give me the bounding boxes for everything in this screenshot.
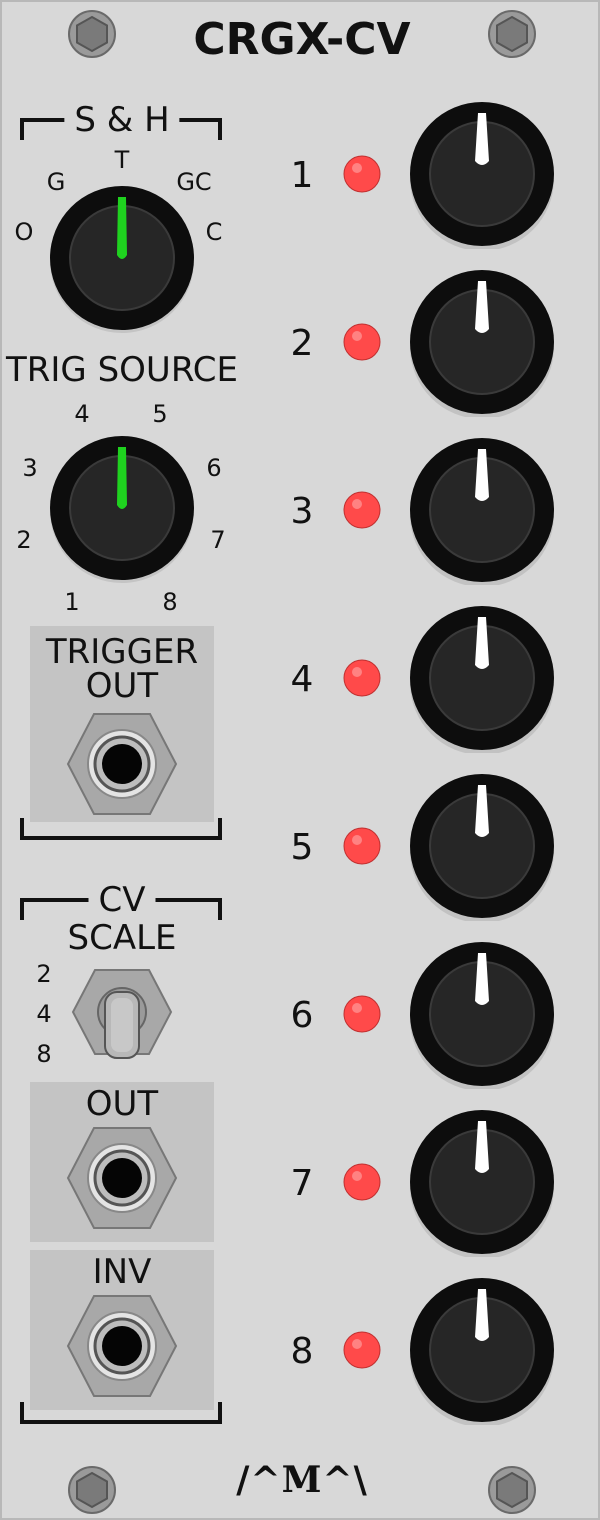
screw-icon bbox=[68, 10, 116, 58]
trig-source-label: TRIG SOURCE bbox=[6, 350, 238, 390]
channel-number: 8 bbox=[290, 1331, 314, 1372]
channel-cv-knob[interactable] bbox=[407, 99, 557, 249]
channel-cv-knob[interactable] bbox=[407, 939, 557, 1089]
channel-led-icon bbox=[343, 827, 381, 865]
channel-number: 3 bbox=[290, 491, 314, 532]
sh-pos-o: O bbox=[14, 218, 34, 246]
trigger-out-label-2: OUT bbox=[85, 666, 159, 706]
trigger-out-jack[interactable] bbox=[62, 704, 182, 824]
channel-cv-knob[interactable] bbox=[407, 1107, 557, 1257]
trig-pos-6: 6 bbox=[206, 454, 222, 482]
channel-number: 7 bbox=[290, 1163, 314, 1204]
channel-number: 4 bbox=[290, 659, 314, 700]
sh-pos-t: T bbox=[114, 146, 130, 174]
channel-led-icon bbox=[343, 491, 381, 529]
sh-header: S & H bbox=[64, 103, 180, 137]
channel-led-icon bbox=[343, 995, 381, 1033]
trigger-out-label-1: TRIGGER bbox=[45, 632, 199, 672]
out-jack[interactable] bbox=[62, 1118, 182, 1238]
channel-cv-knob[interactable] bbox=[407, 1275, 557, 1425]
inv-label: INV bbox=[92, 1252, 152, 1292]
trig-pos-4: 4 bbox=[74, 400, 90, 428]
trig-pos-8: 8 bbox=[162, 588, 178, 616]
trig-pos-2: 2 bbox=[16, 526, 32, 554]
module-title: CRGX-CV bbox=[193, 14, 411, 65]
channel-led-icon bbox=[343, 1331, 381, 1369]
cv-scale-option-4: 4 bbox=[36, 1000, 52, 1028]
cv-scale-option-8: 8 bbox=[36, 1040, 52, 1068]
channel-cv-knob[interactable] bbox=[407, 771, 557, 921]
screw-icon bbox=[68, 1466, 116, 1514]
section-bracket-bottom bbox=[20, 818, 222, 840]
cv-header: CV bbox=[88, 883, 156, 917]
cv-scale-option-2: 2 bbox=[36, 960, 52, 988]
section-bracket-bottom bbox=[20, 1402, 222, 1424]
trig-pos-7: 7 bbox=[210, 526, 226, 554]
trig-source-knob[interactable] bbox=[47, 433, 197, 583]
brand-logo: /^M^\ bbox=[236, 1459, 368, 1501]
trig-pos-3: 3 bbox=[22, 454, 38, 482]
channel-number: 6 bbox=[290, 995, 314, 1036]
channel-cv-knob[interactable] bbox=[407, 267, 557, 417]
out-label: OUT bbox=[85, 1084, 159, 1124]
trig-pos-1: 1 bbox=[64, 588, 80, 616]
channel-number: 5 bbox=[290, 827, 314, 868]
screw-icon bbox=[488, 1466, 536, 1514]
cv-scale-label: SCALE bbox=[67, 918, 177, 958]
trig-pos-5: 5 bbox=[152, 400, 168, 428]
channel-led-icon bbox=[343, 155, 381, 193]
sh-mode-knob[interactable] bbox=[47, 183, 197, 333]
cv-scale-toggle-switch[interactable] bbox=[67, 964, 177, 1064]
screw-icon bbox=[488, 10, 536, 58]
inv-jack[interactable] bbox=[62, 1286, 182, 1406]
channel-led-icon bbox=[343, 659, 381, 697]
sh-pos-c: C bbox=[205, 218, 223, 246]
channel-cv-knob[interactable] bbox=[407, 435, 557, 585]
channel-cv-knob[interactable] bbox=[407, 603, 557, 753]
channel-number: 1 bbox=[290, 155, 314, 196]
channel-led-icon bbox=[343, 1163, 381, 1201]
channel-led-icon bbox=[343, 323, 381, 361]
channel-number: 2 bbox=[290, 323, 314, 364]
module-panel: CRGX-CV S & H O G T GC C TRIG SOURCE 1 2… bbox=[0, 0, 600, 1520]
